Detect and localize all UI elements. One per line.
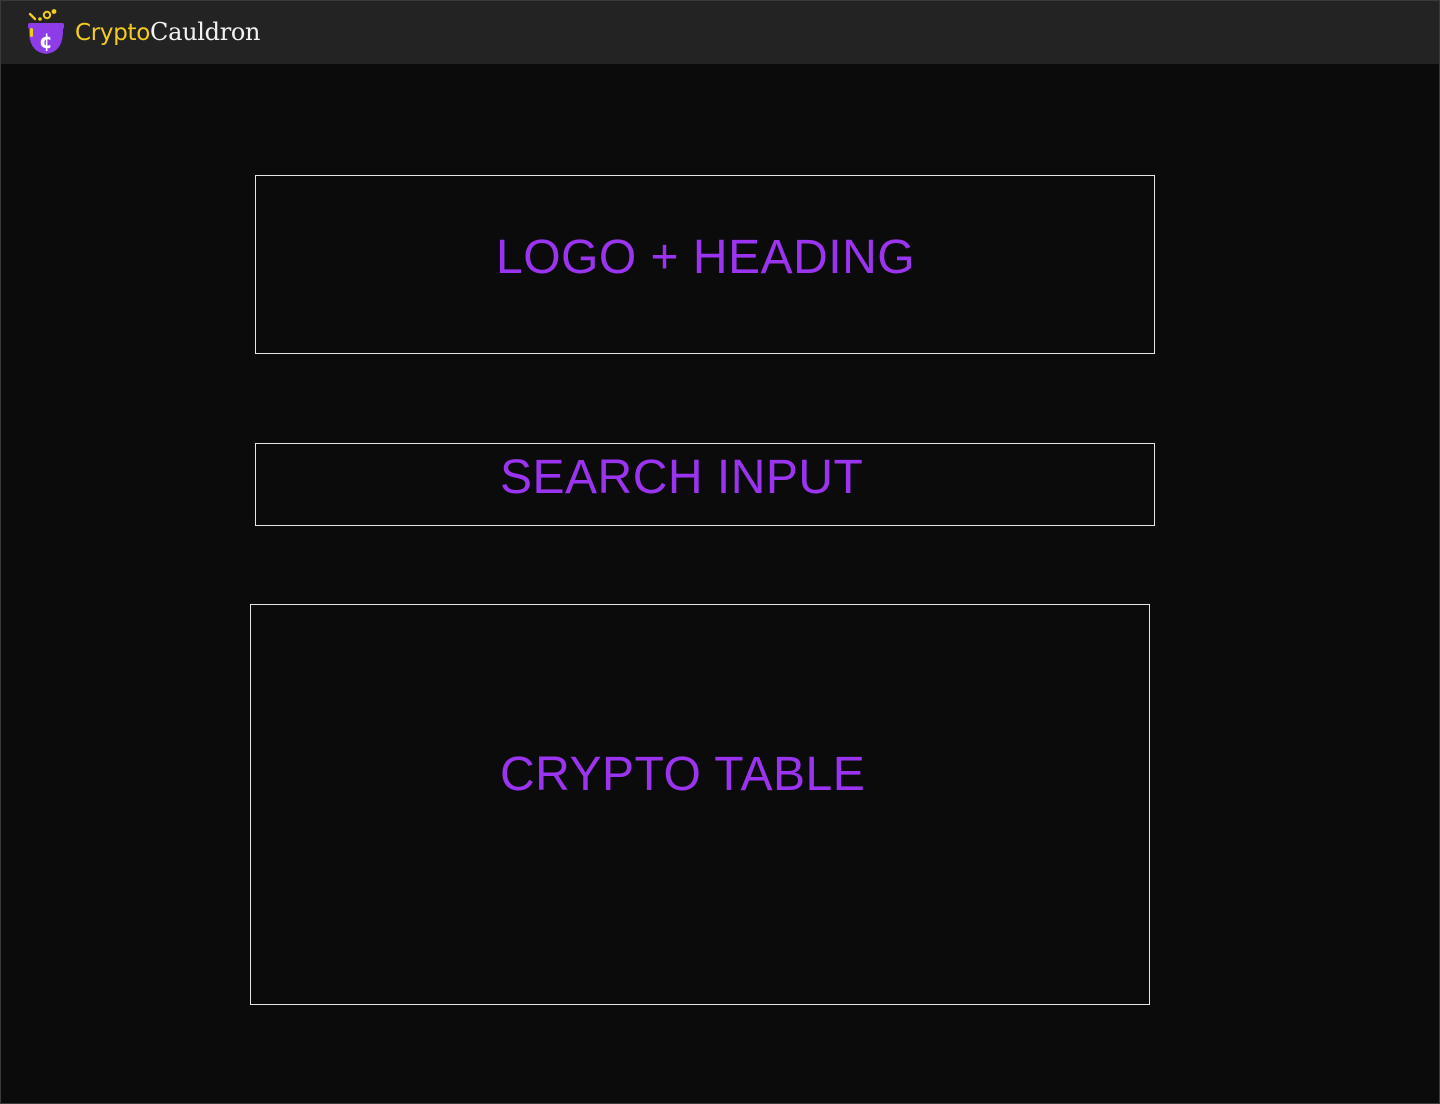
brand-link[interactable]: ¢ CryptoCauldron bbox=[25, 1, 260, 64]
search-placeholder-label: SEARCH INPUT bbox=[500, 451, 864, 504]
brand-name: CryptoCauldron bbox=[75, 20, 260, 45]
brand-name-cauldron: Cauldron bbox=[150, 18, 261, 46]
table-placeholder-label: CRYPTO TABLE bbox=[500, 748, 866, 801]
heading-placeholder-label: LOGO + HEADING bbox=[496, 231, 916, 284]
table-placeholder-box: CRYPTO TABLE bbox=[250, 604, 1150, 1005]
brand-name-crypto: Crypto bbox=[75, 20, 151, 46]
top-navbar: ¢ CryptoCauldron bbox=[1, 1, 1439, 64]
heading-placeholder-box: LOGO + HEADING bbox=[255, 175, 1155, 354]
app-window: ¢ CryptoCauldron LOGO + HEADING SEARCH I… bbox=[0, 0, 1440, 1104]
search-placeholder-box: SEARCH INPUT bbox=[255, 443, 1155, 526]
svg-text:¢: ¢ bbox=[39, 29, 53, 53]
cauldron-coin-icon: ¢ bbox=[28, 8, 64, 54]
